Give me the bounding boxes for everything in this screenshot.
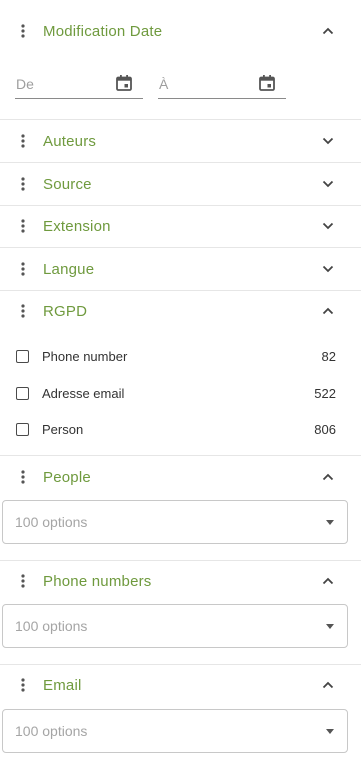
caret-down-icon[interactable]: [326, 624, 334, 629]
chevron-down-icon[interactable]: [320, 133, 336, 149]
chevron-up-icon[interactable]: [320, 573, 336, 589]
checkbox-label: Person: [42, 422, 84, 437]
section-title: Extension: [43, 217, 111, 235]
phone-numbers-select[interactable]: 100 options: [2, 604, 348, 648]
checkbox-row-person[interactable]: Person 806: [0, 413, 361, 447]
section-title: Phone numbers: [43, 572, 152, 590]
email-select[interactable]: 100 options: [2, 709, 348, 753]
calendar-icon[interactable]: [115, 74, 133, 92]
section-title: People: [43, 468, 91, 486]
section-title: Auteurs: [43, 132, 97, 150]
select-placeholder: 100 options: [15, 514, 88, 530]
section-header-auteurs[interactable]: Auteurs: [0, 120, 361, 162]
select-placeholder: 100 options: [15, 723, 88, 739]
section-header-rgpd[interactable]: RGPD: [0, 290, 361, 332]
section-header-extension[interactable]: Extension: [0, 205, 361, 247]
date-from-placeholder: De: [16, 76, 34, 92]
drag-handle-icon[interactable]: [17, 259, 29, 279]
chevron-up-icon[interactable]: [320, 677, 336, 693]
section-title: RGPD: [43, 302, 88, 320]
drag-handle-icon[interactable]: [17, 301, 29, 321]
section-title: Source: [43, 175, 92, 193]
section-title: Langue: [43, 260, 95, 278]
people-select[interactable]: 100 options: [2, 500, 348, 544]
section-header-source[interactable]: Source: [0, 163, 361, 205]
chevron-down-icon[interactable]: [320, 261, 336, 277]
section-header-modification-date[interactable]: Modification Date: [0, 10, 361, 52]
drag-handle-icon[interactable]: [17, 131, 29, 151]
checkbox-label: Adresse email: [42, 386, 125, 401]
section-title: Modification Date: [43, 22, 163, 40]
section-header-email[interactable]: Email: [0, 664, 361, 706]
section-title: Email: [43, 676, 82, 694]
count-badge: 82: [321, 349, 336, 364]
caret-down-icon[interactable]: [326, 520, 334, 525]
count-badge: 806: [314, 422, 336, 437]
section-header-phone-numbers[interactable]: Phone numbers: [0, 560, 361, 602]
date-to-placeholder: À: [159, 76, 169, 92]
checkbox-label: Phone number: [42, 349, 128, 364]
chevron-down-icon[interactable]: [320, 218, 336, 234]
drag-handle-icon[interactable]: [17, 675, 29, 695]
date-to-field[interactable]: À: [158, 72, 286, 99]
checkbox[interactable]: [16, 423, 29, 436]
drag-handle-icon[interactable]: [17, 467, 29, 487]
count-badge: 522: [314, 386, 336, 401]
drag-handle-icon[interactable]: [17, 216, 29, 236]
section-header-people[interactable]: People: [0, 456, 361, 498]
filter-panel: Modification Date De À Auteurs Source Ex…: [0, 0, 361, 769]
chevron-up-icon[interactable]: [320, 23, 336, 39]
date-from-field[interactable]: De: [15, 72, 143, 99]
chevron-up-icon[interactable]: [320, 469, 336, 485]
drag-handle-icon[interactable]: [17, 174, 29, 194]
caret-down-icon[interactable]: [326, 729, 334, 734]
calendar-icon[interactable]: [258, 74, 276, 92]
checkbox-row-phone-number[interactable]: Phone number 82: [0, 340, 361, 374]
drag-handle-icon[interactable]: [17, 21, 29, 41]
checkbox-row-adresse-email[interactable]: Adresse email 522: [0, 377, 361, 411]
checkbox[interactable]: [16, 387, 29, 400]
drag-handle-icon[interactable]: [17, 571, 29, 591]
chevron-up-icon[interactable]: [320, 303, 336, 319]
checkbox[interactable]: [16, 350, 29, 363]
select-placeholder: 100 options: [15, 618, 88, 634]
section-header-langue[interactable]: Langue: [0, 248, 361, 290]
chevron-down-icon[interactable]: [320, 176, 336, 192]
